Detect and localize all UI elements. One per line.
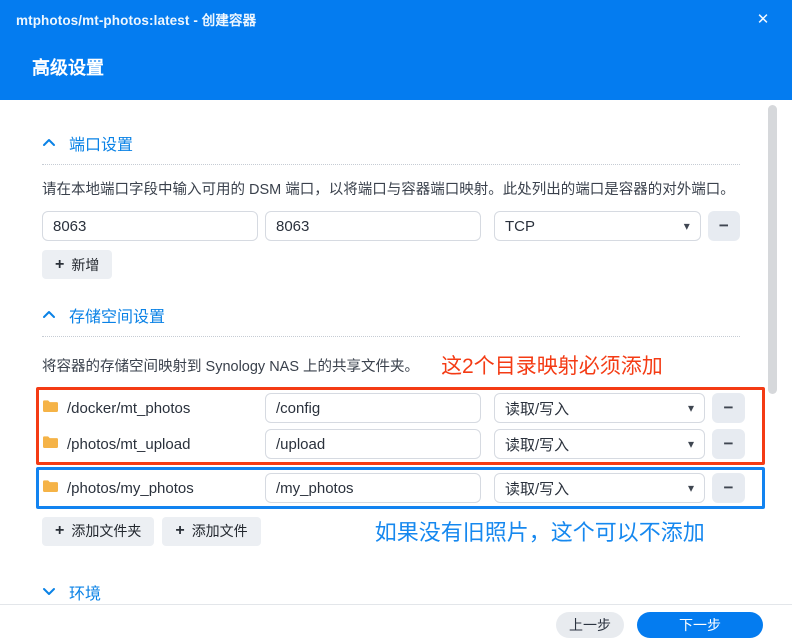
header: 高级设置: [0, 38, 792, 96]
chevron-up-icon: [42, 306, 56, 324]
minus-icon: −: [723, 398, 734, 417]
env-section-header[interactable]: 环境: [42, 580, 740, 604]
permission-select-value: 读取/写入: [505, 436, 570, 454]
permission-select-value: 读取/写入: [505, 480, 570, 498]
close-icon[interactable]: ✕: [752, 10, 774, 28]
shared-folder-path: /photos/mt_upload: [67, 435, 191, 453]
add-folder-button-label: 添加文件夹: [71, 523, 142, 539]
add-file-button-label: 添加文件: [191, 523, 248, 539]
titlebar: mtphotos/mt-photos:latest - 创建容器 ✕: [0, 0, 792, 38]
next-step-button[interactable]: 下一步: [637, 611, 763, 638]
add-file-button[interactable]: + 添加文件: [162, 516, 261, 546]
chevron-up-icon: [42, 134, 56, 152]
folder-icon: [42, 435, 59, 454]
shared-folder-path: /docker/mt_photos: [67, 399, 191, 417]
shared-folder-cell[interactable]: /docker/mt_photos: [42, 399, 258, 418]
chevron-down-icon: [42, 583, 56, 601]
shared-folder-path: /photos/my_photos: [67, 479, 194, 497]
chevron-down-icon: ▾: [683, 219, 690, 233]
scrollbar-thumb[interactable]: [768, 105, 777, 394]
minus-icon: −: [718, 216, 729, 235]
remove-storage-row-button[interactable]: −: [712, 429, 745, 459]
optional-note: 如果没有旧照片，这个可以不添加: [374, 520, 705, 545]
minus-icon: −: [723, 434, 734, 453]
plus-icon: +: [55, 522, 65, 539]
permission-select[interactable]: 读取/写入 ▾: [494, 429, 705, 459]
storage-section-description: 将容器的存储空间映射到 Synology NAS 上的共享文件夹。: [42, 358, 420, 375]
env-section-title: 环境: [69, 586, 102, 603]
protocol-select-value: TCP: [505, 217, 535, 235]
add-port-button[interactable]: + 新增: [42, 250, 113, 279]
dialog-footer: 上一步 下一步: [0, 604, 792, 644]
chevron-down-icon: ▾: [687, 437, 694, 451]
minus-icon: −: [723, 478, 734, 497]
permission-select[interactable]: 读取/写入 ▾: [494, 473, 705, 503]
mount-path-input[interactable]: [265, 473, 481, 503]
folder-icon: [42, 479, 59, 498]
remove-port-row-button[interactable]: −: [707, 211, 740, 241]
port-section-header[interactable]: 端口设置: [42, 131, 740, 165]
protocol-select[interactable]: TCP ▾: [494, 211, 701, 241]
previous-step-button[interactable]: 上一步: [556, 611, 624, 638]
folder-icon: [42, 399, 59, 418]
storage-row: /docker/mt_photos 读取/写入 ▾ −: [42, 393, 762, 423]
local-port-input[interactable]: [42, 211, 258, 241]
storage-row: /photos/my_photos 读取/写入 ▾ −: [42, 473, 762, 503]
dialog-content: 端口设置 请在本地端口字段中输入可用的 DSM 端口，以将端口与容器端口映射。此…: [0, 100, 792, 604]
plus-icon: +: [55, 255, 65, 273]
mount-path-input[interactable]: [265, 393, 481, 423]
optional-mapping-box: /photos/my_photos 读取/写入 ▾ −: [36, 467, 765, 509]
mount-path-input[interactable]: [265, 429, 481, 459]
port-mapping-row: TCP ▾ −: [42, 211, 740, 241]
plus-icon: +: [175, 522, 185, 539]
permission-select[interactable]: 读取/写入 ▾: [494, 393, 705, 423]
shared-folder-cell[interactable]: /photos/my_photos: [42, 479, 258, 498]
add-port-button-label: 新增: [71, 256, 100, 273]
permission-select-value: 读取/写入: [505, 400, 570, 418]
storage-row: /photos/mt_upload 读取/写入 ▾ −: [42, 429, 762, 459]
dialog-title: mtphotos/mt-photos:latest - 创建容器: [16, 13, 257, 28]
create-container-dialog: mtphotos/mt-photos:latest - 创建容器 ✕ 高级设置 …: [0, 0, 792, 644]
add-folder-button[interactable]: + 添加文件夹: [42, 516, 155, 546]
chevron-down-icon: ▾: [687, 401, 694, 415]
port-section-description: 请在本地端口字段中输入可用的 DSM 端口，以将端口与容器端口映射。此处列出的端…: [42, 182, 735, 198]
page-title: 高级设置: [32, 58, 104, 78]
remove-storage-row-button[interactable]: −: [712, 393, 745, 423]
storage-section-title: 存储空间设置: [69, 309, 166, 326]
shared-folder-cell[interactable]: /photos/mt_upload: [42, 435, 258, 454]
port-section-title: 端口设置: [69, 137, 134, 154]
dialog-top: mtphotos/mt-photos:latest - 创建容器 ✕ 高级设置: [0, 0, 792, 100]
remove-storage-row-button[interactable]: −: [712, 473, 745, 503]
required-note: 这2个目录映射必须添加: [441, 355, 663, 378]
storage-section-header[interactable]: 存储空间设置: [42, 303, 740, 337]
chevron-down-icon: ▾: [687, 481, 694, 495]
required-mappings-box: /docker/mt_photos 读取/写入 ▾ − /photos/mt_u…: [36, 387, 765, 465]
container-port-input[interactable]: [265, 211, 481, 241]
